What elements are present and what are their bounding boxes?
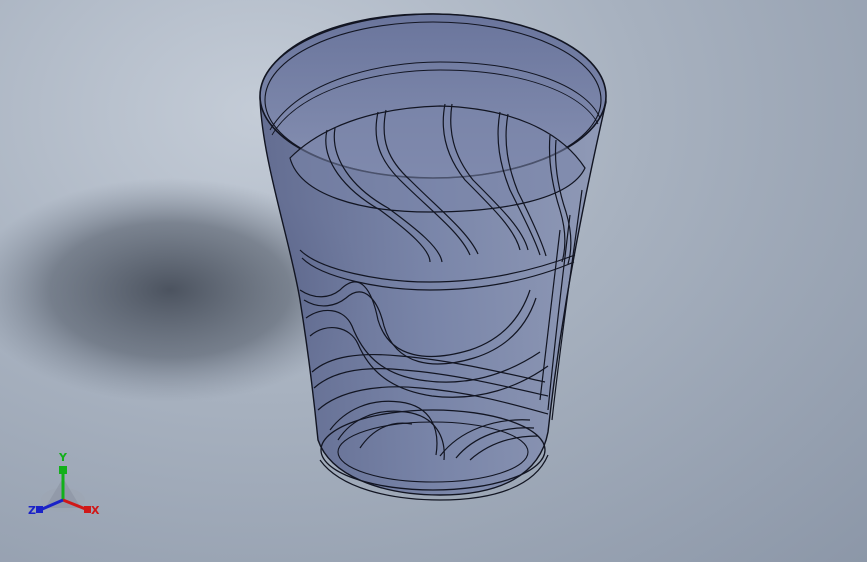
triad-x-arrow bbox=[84, 506, 91, 513]
triad-x-label: X bbox=[91, 504, 100, 517]
triad-y-arrow bbox=[59, 466, 67, 474]
triad-z-arrow bbox=[36, 506, 43, 513]
graphics-viewport[interactable]: Y X Z bbox=[0, 0, 867, 562]
triad-y-label: Y bbox=[59, 451, 67, 464]
cup-model[interactable] bbox=[259, 13, 607, 501]
viewport-scene bbox=[0, 13, 607, 513]
triad-z-label: Z bbox=[28, 504, 36, 517]
reference-triad bbox=[36, 466, 91, 513]
